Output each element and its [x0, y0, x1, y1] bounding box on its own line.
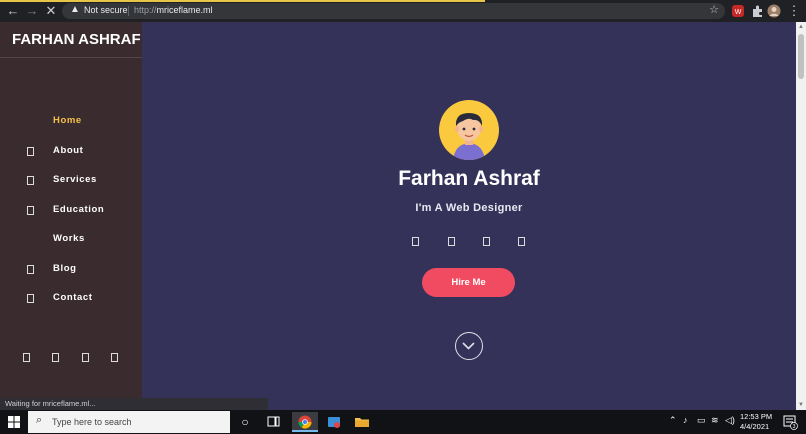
hero-section: Farhan Ashraf I'm A Web Designer Hire Me	[142, 22, 796, 410]
windows-start-icon[interactable]	[8, 416, 20, 428]
scroll-down-arrow-icon[interactable]: ▼	[798, 402, 804, 408]
tray-overflow-chevron-icon[interactable]: ⌃	[669, 415, 677, 426]
nav-label: Contact	[53, 292, 93, 303]
snip-tool-icon[interactable]	[323, 412, 345, 432]
graduation-icon	[27, 206, 34, 215]
address-separator	[128, 6, 129, 16]
profile-avatar-icon[interactable]	[767, 4, 781, 18]
file-explorer-icon[interactable]	[351, 412, 373, 432]
nav-item-services[interactable]: Services	[0, 171, 142, 191]
avatar	[439, 100, 499, 160]
nav-label: Works	[53, 233, 85, 244]
facebook-icon[interactable]	[412, 237, 419, 246]
sidebar: FARHAN ASHRAF Home About Services Educat…	[0, 22, 142, 410]
brand-logo-text[interactable]: FARHAN ASHRAF	[0, 22, 142, 58]
svg-text:W: W	[735, 9, 742, 16]
scroll-up-arrow-icon[interactable]: ▲	[798, 24, 804, 30]
bookmark-star-icon[interactable]: ☆	[709, 3, 719, 16]
taskbar-search-input[interactable]: ⌕ Type here to search	[28, 411, 230, 433]
briefcase-icon	[27, 176, 34, 185]
system-clock[interactable]: 12:53 PM 4/4/2021	[740, 412, 772, 432]
nav-label: Home	[53, 115, 82, 126]
task-view-icon[interactable]	[262, 412, 284, 432]
user-icon	[27, 147, 34, 156]
warning-icon: ▲	[70, 4, 80, 15]
volume-icon[interactable]: ◁)	[725, 415, 735, 426]
notification-center-icon[interactable]: 3	[782, 414, 798, 430]
instagram-icon[interactable]	[483, 237, 490, 246]
nav-item-contact[interactable]: Contact	[0, 289, 142, 309]
extensions-puzzle-icon[interactable]	[750, 4, 764, 18]
back-arrow-icon[interactable]: ←	[5, 3, 21, 19]
hero-name: Farhan Ashraf	[398, 167, 540, 190]
scroll-down-button[interactable]	[455, 332, 483, 360]
browser-toolbar: ← → ✕ ▲ Not secure http://mriceflame.ml …	[0, 0, 806, 22]
hire-me-button[interactable]: Hire Me	[422, 268, 515, 297]
nav-item-about[interactable]: About	[0, 142, 142, 162]
facebook-icon[interactable]	[23, 353, 30, 362]
nav-label: Services	[53, 174, 97, 185]
scrollbar-thumb[interactable]	[798, 34, 804, 79]
instagram-icon[interactable]	[82, 353, 89, 362]
nav-item-blog[interactable]: Blog	[0, 260, 142, 280]
clock-time: 12:53 PM	[740, 412, 773, 421]
forward-arrow-icon[interactable]: →	[24, 3, 40, 19]
nav-item-education[interactable]: Education	[0, 201, 142, 221]
nav-label: Education	[53, 204, 105, 215]
wifi-icon[interactable]: ≋	[711, 415, 719, 426]
windows-taskbar: ⌕ Type here to search ○ ⌃ ♪ ▭ ≋ ◁) 12:53…	[0, 410, 806, 434]
notification-count: 3	[793, 424, 796, 430]
blog-icon	[27, 265, 34, 274]
linkedin-icon[interactable]	[111, 353, 118, 362]
cortana-icon[interactable]: ○	[234, 412, 256, 432]
loading-status-bubble: Waiting for mriceflame.ml...	[0, 398, 268, 410]
hero-subtitle: I'm A Web Designer	[415, 202, 523, 214]
stop-loading-icon[interactable]: ✕	[43, 3, 59, 19]
security-label[interactable]: Not secure	[84, 5, 128, 15]
chrome-taskbar-icon[interactable]	[292, 412, 318, 432]
microphone-icon[interactable]: ♪	[683, 415, 688, 425]
nav-label: About	[53, 145, 84, 156]
twitter-icon[interactable]	[52, 353, 59, 362]
avatar-illustration	[453, 113, 485, 160]
clock-date: 4/4/2021	[740, 422, 770, 431]
chevron-down-icon	[462, 342, 475, 350]
url-text[interactable]: http://mriceflame.ml	[134, 5, 213, 15]
kebab-menu-icon[interactable]: ⋮	[786, 3, 802, 19]
search-icon: ⌕	[36, 414, 43, 426]
adblock-extension-icon[interactable]: W	[731, 4, 745, 18]
twitter-icon[interactable]	[448, 237, 455, 246]
page-load-progress	[0, 0, 485, 2]
page-scrollbar[interactable]: ▲ ▼	[796, 22, 806, 410]
battery-icon[interactable]: ▭	[697, 415, 706, 426]
chrome-logo-icon	[298, 415, 312, 429]
nav-item-works[interactable]: Works	[0, 230, 142, 250]
nav-item-home[interactable]: Home	[0, 112, 142, 132]
search-placeholder: Type here to search	[52, 417, 132, 427]
linkedin-icon[interactable]	[518, 237, 525, 246]
address-bar[interactable]: ▲ Not secure http://mriceflame.ml ☆	[62, 3, 725, 19]
nav-label: Blog	[53, 263, 77, 274]
envelope-icon	[27, 294, 34, 303]
